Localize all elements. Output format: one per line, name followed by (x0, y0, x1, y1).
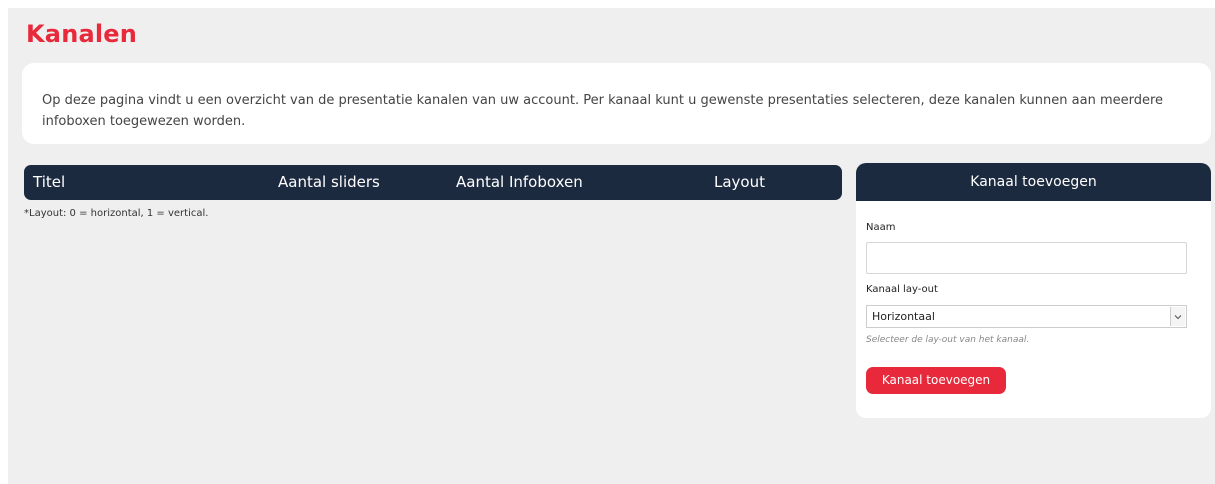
column-header-layout[interactable]: Layout (714, 165, 765, 200)
chevron-down-icon[interactable] (1170, 307, 1185, 326)
add-channel-button[interactable]: Kanaal toevoegen (866, 367, 1006, 394)
layout-select-value: Horizontaal (872, 310, 935, 323)
intro-text: Op deze pagina vindt u een overzicht van… (42, 93, 1164, 129)
page-title: Kanalen (26, 20, 138, 48)
name-input[interactable] (866, 242, 1187, 274)
column-header-aantal-infoboxen[interactable]: Aantal Infoboxen (456, 165, 583, 200)
intro-card: Op deze pagina vindt u een overzicht van… (22, 63, 1211, 144)
layout-help-text: Selecteer de lay-out van het kanaal. (866, 335, 1030, 345)
column-header-titel[interactable]: Titel (33, 165, 65, 200)
layout-label: Kanaal lay-out (866, 284, 938, 295)
add-channel-panel-title: Kanaal toevoegen (856, 163, 1211, 201)
name-label: Naam (866, 222, 896, 233)
channels-table: Titel Aantal sliders Aantal Infoboxen La… (24, 165, 842, 221)
page-content: Kanalen Op deze pagina vindt u een overz… (8, 8, 1215, 484)
add-channel-panel: Kanaal toevoegen Naam Kanaal lay-out Hor… (856, 163, 1211, 418)
table-header: Titel Aantal sliders Aantal Infoboxen La… (24, 165, 842, 200)
layout-legend-note: *Layout: 0 = horizontal, 1 = vertical. (24, 208, 209, 219)
column-header-aantal-sliders[interactable]: Aantal sliders (278, 165, 380, 200)
layout-select[interactable]: Horizontaal (866, 305, 1187, 328)
